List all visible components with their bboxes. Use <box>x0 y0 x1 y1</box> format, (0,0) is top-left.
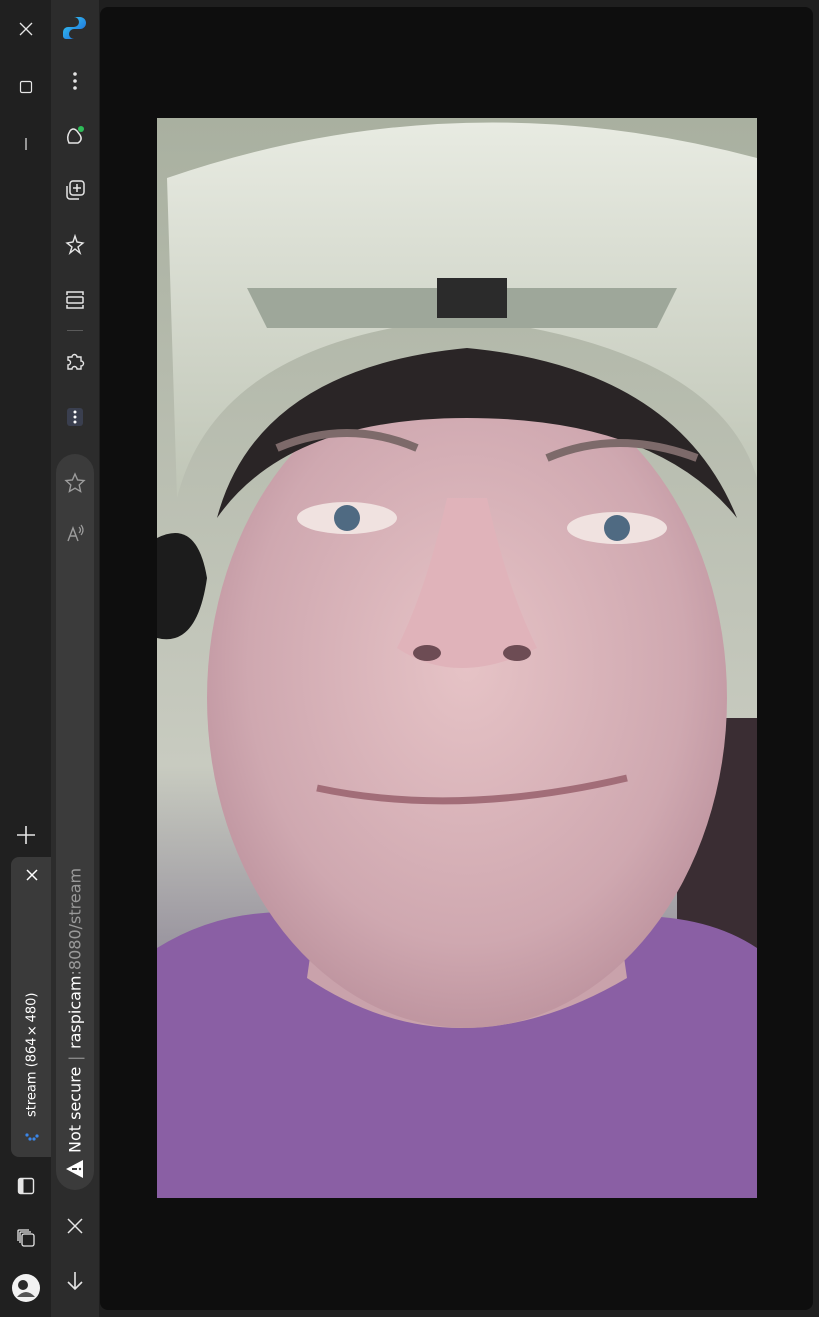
read-aloud-button[interactable] <box>55 513 95 553</box>
close-icon <box>26 869 38 881</box>
toolbar-divider <box>67 330 83 331</box>
tab-close-button[interactable] <box>22 865 42 885</box>
window-close-button[interactable] <box>6 9 46 49</box>
address-text[interactable]: Not secure | raspicam:8080/stream <box>64 849 86 1179</box>
more-menu-button[interactable] <box>55 61 95 101</box>
sidebar-icon <box>17 1177 35 1195</box>
feedback-button[interactable] <box>55 225 95 265</box>
split-screen-button[interactable] <box>55 280 95 320</box>
address-bar[interactable]: Not secure | raspicam:8080/stream <box>56 454 94 1190</box>
star-icon <box>64 472 86 493</box>
loading-favicon-icon <box>24 1129 40 1145</box>
edge-logo-icon <box>63 17 86 39</box>
tab-title: stream (864×480) <box>24 992 40 1117</box>
page-content <box>100 7 813 1310</box>
browser-logo[interactable] <box>55 8 95 48</box>
add-collection-icon <box>66 180 85 200</box>
stop-loading-button[interactable] <box>55 1206 95 1246</box>
favorite-button[interactable] <box>55 463 95 503</box>
avatar-icon <box>12 1274 40 1302</box>
read-aloud-icon <box>67 524 84 542</box>
puzzle-icon <box>67 353 85 370</box>
downloads-button[interactable] <box>55 1261 95 1301</box>
url-host: raspicam <box>65 975 85 1050</box>
window-minimize-button[interactable] <box>6 124 46 164</box>
minimize-icon <box>25 138 27 150</box>
security-status[interactable]: Not secure <box>66 1067 85 1153</box>
window-restore-button[interactable] <box>6 67 46 107</box>
vertical-tab-strip: stream (864×480) <box>0 0 53 1317</box>
extensions-button[interactable] <box>55 341 95 381</box>
split-screen-icon <box>66 291 84 309</box>
warning-icon <box>66 1160 83 1178</box>
tab-actions-icon <box>17 1229 35 1247</box>
profile-button[interactable] <box>6 1268 46 1308</box>
camera-stream-image[interactable] <box>157 118 757 1198</box>
feedback-icon <box>65 234 85 256</box>
address-divider: | <box>65 1055 85 1061</box>
restore-icon <box>19 80 33 94</box>
tab-actions-button[interactable] <box>6 1218 46 1258</box>
extension-button[interactable] <box>55 397 95 437</box>
close-icon <box>67 1218 83 1234</box>
add-collection-button[interactable] <box>55 170 95 210</box>
url-path: :8080/stream <box>65 868 85 976</box>
sidebar-toggle-button[interactable] <box>6 1166 46 1206</box>
copilot-button[interactable] <box>55 116 95 156</box>
more-vertical-icon <box>73 72 77 90</box>
security-warning-icon[interactable] <box>65 1159 85 1179</box>
copilot-icon <box>66 126 84 144</box>
plus-icon <box>17 826 35 844</box>
active-tab[interactable]: stream (864×480) <box>11 857 53 1157</box>
download-icon <box>67 1272 83 1291</box>
new-tab-button[interactable] <box>6 815 46 855</box>
stream-picture <box>157 118 757 1198</box>
close-icon <box>19 22 33 36</box>
browser-toolbar: Not secure | raspicam:8080/stream <box>51 0 99 1317</box>
extension-dots-icon <box>67 408 83 426</box>
url-text[interactable]: raspicam:8080/stream <box>66 868 85 1049</box>
